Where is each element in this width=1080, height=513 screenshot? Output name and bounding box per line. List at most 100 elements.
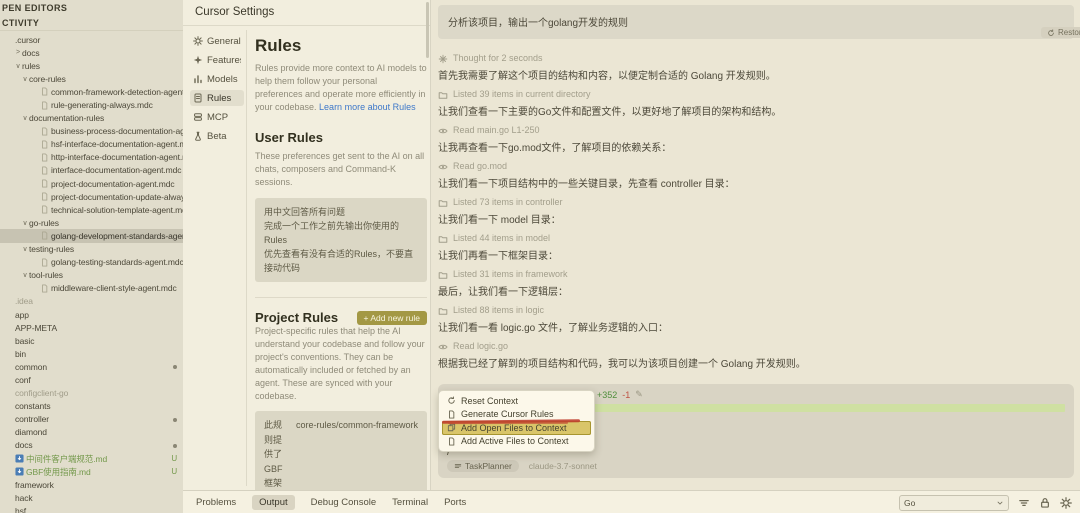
tree-file[interactable]: middleware-client-style-agent.mdc [0, 282, 183, 295]
tree-folder[interactable]: framework [0, 478, 183, 491]
user-rules-textarea[interactable]: 用中文回答所有问题完成一个工作之前先输出你使用的Rules优先查看有没有合适的R… [255, 198, 427, 282]
chevron-collapsed-icon[interactable]: > [14, 49, 22, 56]
tree-folder[interactable]: bin [0, 347, 183, 360]
list-icon [454, 462, 462, 470]
tree-folder[interactable]: constants [0, 400, 183, 413]
chevron-expanded-icon[interactable]: ∨ [14, 62, 22, 70]
tool-call-row[interactable]: Listed 88 items in logic [438, 304, 1074, 317]
eye-icon [438, 342, 448, 352]
tree-folder[interactable]: conf [0, 373, 183, 386]
tree-folder[interactable]: ∨core-rules [0, 72, 183, 85]
tree-file[interactable]: project-documentation-update-always.mdc [0, 190, 183, 203]
tool-call-row[interactable]: Read go.mod [438, 160, 1074, 173]
chevron-expanded-icon[interactable]: ∨ [21, 245, 29, 253]
chevron-expanded-icon[interactable]: ∨ [21, 75, 29, 83]
output-channel-select[interactable]: Go [899, 495, 1009, 511]
tree-folder[interactable]: ∨rules [0, 59, 183, 72]
tree-folder[interactable]: basic [0, 334, 183, 347]
tree-folder[interactable]: ∨testing-rules [0, 243, 183, 256]
restore-checkpoint-button[interactable]: Restore [1041, 27, 1080, 38]
tool-call-row[interactable]: Listed 44 items in model [438, 232, 1074, 245]
learn-more-link[interactable]: Learn more about Rules [319, 102, 416, 112]
panel-tab-problems[interactable]: Problems [196, 497, 236, 508]
tree-file[interactable]: rule-generating-always.mdc [0, 98, 183, 111]
folder-icon [438, 90, 448, 100]
document-icon [193, 93, 203, 103]
settings-tab-beta[interactable]: Beta [190, 128, 244, 144]
tool-call-row[interactable]: Thought for 2 seconds [438, 52, 1074, 65]
chevron-expanded-icon[interactable]: ∨ [21, 271, 29, 279]
tree-file[interactable]: GBF使用指南.mdU [0, 465, 183, 478]
tree-folder[interactable]: common [0, 360, 183, 373]
settings-tab-rules[interactable]: Rules [190, 90, 244, 106]
tree-folder[interactable]: ∨tool-rules [0, 269, 183, 282]
menu-item-reset-context[interactable]: Reset Context [442, 394, 591, 408]
tree-folder[interactable]: >docs [0, 46, 183, 59]
settings-content: Rules Rules provide more context to AI m… [255, 30, 427, 490]
tree-folder[interactable]: ∨go-rules [0, 216, 183, 229]
assistant-text-row: 让我们查看一下主要的Go文件和配置文件，以更好地了解项目的架构和结构。 [438, 106, 1074, 119]
menu-item-add-active-files-to-context[interactable]: Add Active Files to Context [442, 435, 591, 449]
tree-folder[interactable]: .cursor [0, 33, 183, 46]
settings-tab-general[interactable]: General [190, 33, 244, 49]
tree-folder[interactable]: configclient-go [0, 387, 183, 400]
tree-folder[interactable]: hack [0, 491, 183, 504]
model-selector[interactable]: claude-3.7-sonnet [529, 461, 597, 471]
tool-call-row[interactable]: Listed 31 items in framework [438, 268, 1074, 281]
message-text: Read main.go L1-250 [453, 124, 540, 137]
tree-folder[interactable]: app [0, 308, 183, 321]
chevron-expanded-icon[interactable]: ∨ [21, 114, 29, 122]
add-new-rule-button[interactable]: + Add new rule [357, 311, 427, 325]
tree-folder[interactable]: docs [0, 439, 183, 452]
tree-file[interactable]: 中间件客户端规范.mdU [0, 452, 183, 465]
tree-folder[interactable]: controller [0, 413, 183, 426]
filter-icon[interactable] [1018, 497, 1030, 509]
settings-tab-models[interactable]: Models [190, 71, 244, 87]
tree-folder[interactable]: hsf [0, 504, 183, 513]
restore-icon [1047, 29, 1055, 37]
tool-call-row[interactable]: Read main.go L1-250 [438, 124, 1074, 137]
tree-folder[interactable]: ∨documentation-rules [0, 112, 183, 125]
tree-file[interactable]: technical-solution-template-agent.mdc [0, 203, 183, 216]
workspace-header[interactable]: CTIVITY [0, 15, 183, 31]
project-rules-heading: Project Rules [255, 310, 338, 325]
gear-icon[interactable] [1060, 497, 1072, 509]
chevron-expanded-icon[interactable]: ∨ [21, 219, 29, 227]
settings-tab-label: MCP [207, 112, 228, 123]
lock-icon[interactable] [1039, 497, 1051, 509]
tree-folder[interactable]: diamond [0, 426, 183, 439]
tree-file[interactable]: hsf-interface-documentation-agent.mdc [0, 138, 183, 151]
panel-tab-ports[interactable]: Ports [444, 497, 466, 508]
file-icon [447, 437, 456, 446]
tree-folder[interactable]: APP-META [0, 321, 183, 334]
tree-file[interactable]: golang-development-standards-agent.mdc [0, 229, 183, 242]
settings-scrollbar[interactable] [426, 2, 429, 58]
tree-file[interactable]: project-documentation-agent.mdc [0, 177, 183, 190]
tree-folder[interactable]: .idea [0, 295, 183, 308]
tool-call-row[interactable]: Listed 39 items in current directory [438, 88, 1074, 101]
settings-tab-features[interactable]: Features [190, 52, 244, 68]
panel-tab-debug-console[interactable]: Debug Console [311, 497, 377, 508]
agent-mode-chip[interactable]: TaskPlanner [447, 460, 519, 472]
project-rules-box[interactable]: 此规则提供了GBF框架的使用指南。适用于读取代码、代码编程 core-rules… [255, 411, 427, 490]
panel-tab-terminal[interactable]: Terminal [392, 497, 428, 508]
settings-title: Cursor Settings [183, 0, 430, 26]
open-editors-header[interactable]: PEN EDITORS [0, 0, 183, 15]
chat-messages: Thought for 2 seconds首先我需要了解这个项目的结构和内容，以… [438, 52, 1074, 381]
flask-icon [193, 131, 203, 141]
tree-file[interactable]: interface-documentation-agent.mdc [0, 164, 183, 177]
tree-file[interactable]: common-framework-detection-agent.mdc [0, 85, 183, 98]
panel-tab-output[interactable]: Output [252, 495, 295, 510]
tool-call-row[interactable]: Listed 73 items in controller [438, 196, 1074, 209]
message-text: Listed 31 items in framework [453, 268, 568, 281]
tree-file[interactable]: business-process-documentation-agent.mdc [0, 125, 183, 138]
settings-tab-mcp[interactable]: MCP [190, 109, 244, 125]
tree-item-label: hack [15, 493, 183, 503]
tree-item-label: rule-generating-always.mdc [51, 100, 183, 110]
tree-file[interactable]: http-interface-documentation-agent.mdc [0, 151, 183, 164]
tool-call-row[interactable]: Read logic.go [438, 340, 1074, 353]
chevron-down-icon [996, 499, 1004, 507]
file-tree: .cursor>docs∨rules∨core-rulescommon-fram… [0, 33, 183, 513]
tree-file[interactable]: golang-testing-standards-agent.mdc [0, 256, 183, 269]
edit-pencil-icon[interactable]: ✎ [635, 389, 643, 400]
